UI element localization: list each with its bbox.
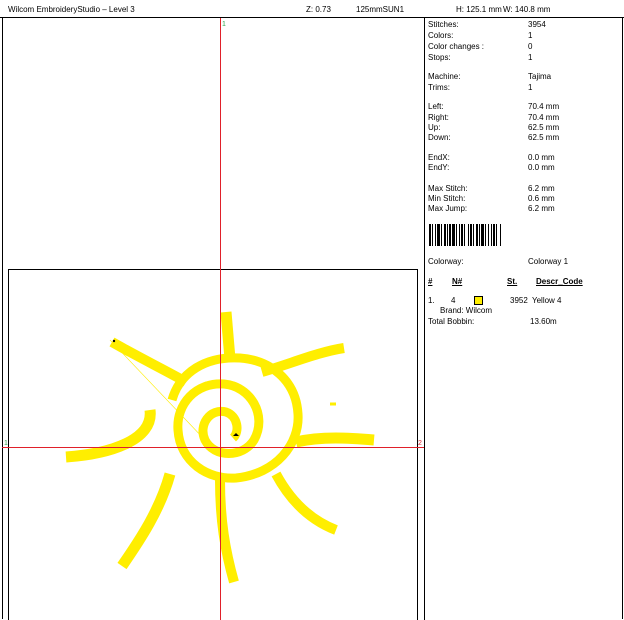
column-header-number: #	[428, 277, 433, 286]
embroidery-design-canvas	[65, 311, 375, 584]
row-number: 1.	[428, 296, 435, 305]
stat-row: Max Jump: 6.2 mm	[428, 204, 555, 213]
stat-row: Max Stitch: 6.2 mm	[428, 184, 555, 193]
vertical-axis	[220, 18, 221, 620]
stat-row: Colors: 1	[428, 31, 533, 40]
stat-row: Down: 62.5 mm	[428, 133, 560, 142]
stat-row: EndY: 0.0 mm	[428, 163, 555, 172]
barcode-icon	[429, 224, 501, 246]
horizontal-axis	[2, 447, 424, 448]
sun-ray	[215, 479, 239, 584]
stat-row: Color changes :0	[428, 42, 533, 51]
stat-row: Stops: 1	[428, 53, 533, 62]
design-height: H: 125.1 mm	[456, 5, 502, 14]
sun-ray	[117, 472, 176, 570]
sun-ray	[220, 311, 236, 360]
stat-row: Machine: Tajima	[428, 72, 552, 81]
axis-label-left: 1	[4, 440, 8, 447]
panel-divider	[424, 18, 425, 620]
total-bobbin-value: 13.60m	[530, 317, 557, 326]
row-stitches: 3952	[510, 296, 528, 305]
sun-ray	[65, 409, 156, 463]
sun-ray	[109, 337, 189, 387]
total-bobbin-label: Total Bobbin:	[428, 317, 475, 326]
thread-color-swatch	[474, 296, 483, 305]
sun-ray	[260, 343, 345, 377]
axis-label-right: 2	[418, 440, 422, 447]
stat-row: Trims: 1	[428, 83, 533, 92]
stat-row: Up: 62.5 mm	[428, 123, 560, 132]
stat-row: EndX: 0.0 mm	[428, 153, 555, 162]
stat-row: Stitches: 3954	[428, 20, 546, 29]
stat-row: Left: 70.4 mm	[428, 102, 560, 111]
start-marker-icon	[112, 339, 116, 343]
design-width: W: 140.8 mm	[503, 5, 551, 14]
stat-row: Min Stitch: 0.6 mm	[428, 194, 555, 203]
sun-ray	[271, 471, 338, 535]
column-header-description: Descr_Code	[536, 277, 583, 286]
colorway-row: Colorway: Colorway 1	[428, 257, 569, 266]
stat-row: Right: 70.4 mm	[428, 113, 560, 122]
column-header-needle: N#	[452, 277, 463, 286]
column-header-stitches: St.	[507, 277, 518, 286]
row-needle: 4	[451, 296, 456, 305]
brand-label: Brand: Wilcom	[440, 306, 493, 315]
row-description: Yellow 4	[532, 296, 562, 305]
axis-label-top: 1	[222, 21, 226, 28]
sun-ray	[294, 432, 375, 448]
sun-spiral	[167, 353, 303, 483]
